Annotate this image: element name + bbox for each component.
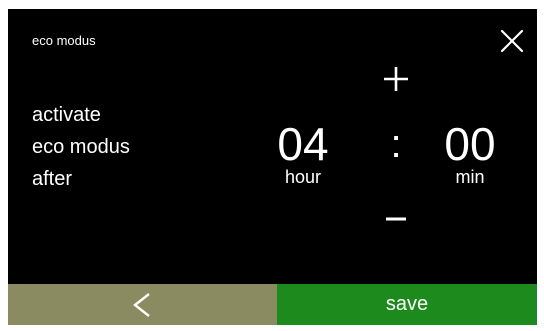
increment-button[interactable] bbox=[380, 63, 412, 95]
activation-prompt: activate eco modus after bbox=[32, 99, 130, 195]
decrement-button[interactable] bbox=[380, 205, 412, 233]
hours-unit-label: hour bbox=[284, 167, 322, 187]
back-button[interactable] bbox=[8, 284, 277, 325]
chevron-left-icon bbox=[133, 293, 150, 317]
close-icon bbox=[500, 29, 524, 53]
hours-value[interactable]: 04 bbox=[258, 121, 348, 167]
save-button[interactable]: save bbox=[277, 284, 537, 325]
minus-icon bbox=[386, 217, 406, 221]
footer-bar: save bbox=[8, 284, 537, 325]
minutes-value[interactable]: 00 bbox=[425, 121, 515, 167]
prompt-line-3: after bbox=[32, 168, 73, 190]
eco-modus-screen: eco modus activate eco modus after 04 : … bbox=[8, 9, 537, 325]
minutes-unit-label: min bbox=[455, 167, 485, 187]
screen-title: eco modus bbox=[32, 33, 96, 48]
prompt-line-2: eco modus bbox=[32, 136, 130, 158]
prompt-line-1: activate bbox=[32, 104, 101, 126]
plus-icon bbox=[384, 67, 408, 91]
time-separator: : bbox=[390, 122, 402, 166]
close-button[interactable] bbox=[500, 29, 524, 53]
